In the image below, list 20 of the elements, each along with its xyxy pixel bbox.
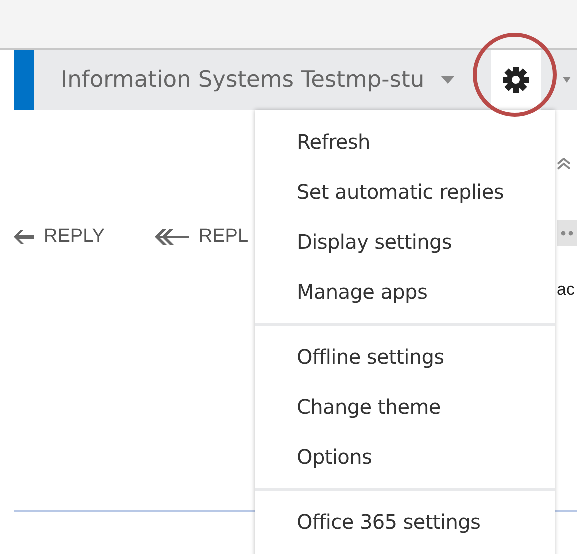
- accent-stripe: [14, 50, 34, 110]
- double-arrow-left-icon: [154, 229, 189, 245]
- caret-icon[interactable]: [441, 76, 455, 84]
- collapse-icon[interactable]: [557, 158, 571, 170]
- account-name[interactable]: Information Systems Testmp-stu: [61, 67, 433, 93]
- menu-item[interactable]: Refresh: [255, 117, 555, 167]
- settings-icon: [503, 67, 529, 93]
- menu-item[interactable]: Manage apps: [255, 267, 555, 317]
- arrow-left-icon: [14, 230, 34, 244]
- message-text: ac: [557, 280, 576, 300]
- menu-item[interactable]: Set automatic replies: [255, 167, 555, 217]
- menu-item[interactable]: Offline settings: [255, 332, 555, 382]
- menu-item[interactable]: Options: [255, 432, 555, 482]
- reply-button[interactable]: REPLY: [14, 226, 105, 248]
- reply-button[interactable]: REPL: [154, 226, 249, 248]
- caret-icon[interactable]: [563, 77, 571, 83]
- settings-button[interactable]: [491, 50, 541, 110]
- menu-item[interactable]: Display settings: [255, 217, 555, 267]
- menu-item[interactable]: Office 365 settings: [255, 497, 555, 547]
- menu-item[interactable]: Change theme: [255, 382, 555, 432]
